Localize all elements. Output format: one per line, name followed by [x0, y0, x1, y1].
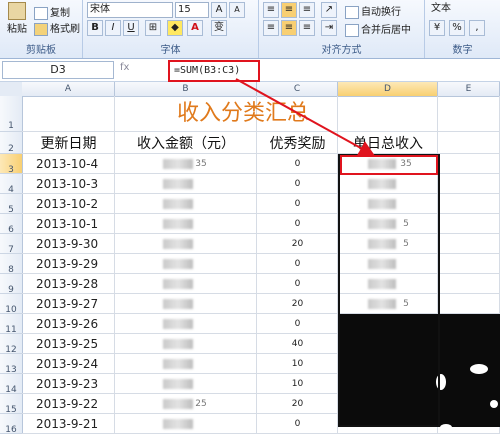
annotation-arrow — [235, 78, 376, 156]
